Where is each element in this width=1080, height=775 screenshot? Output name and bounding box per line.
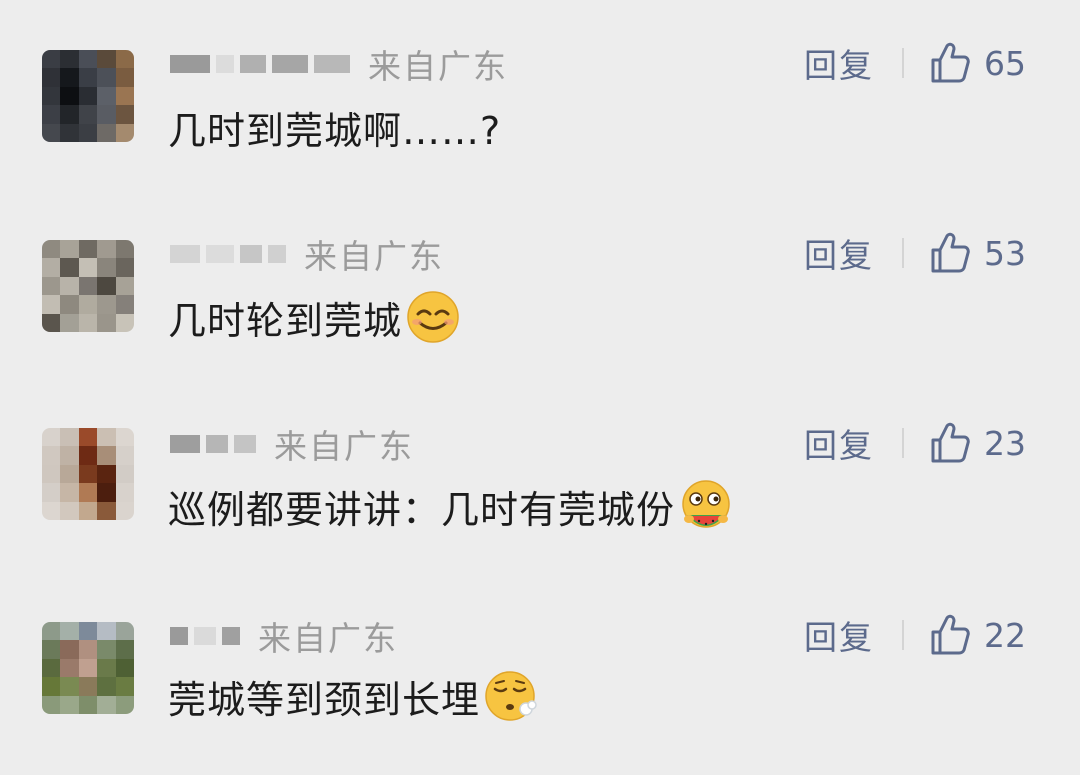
comment-item: 来自广东 回复 22 莞城等到颈到长埋 <box>0 570 1080 760</box>
thumbs-up-icon[interactable] <box>930 614 970 656</box>
eating-watermelon-face-icon <box>682 480 730 528</box>
divider <box>902 48 904 78</box>
location-label: 来自广东 <box>274 427 414 466</box>
reply-button[interactable]: 回复 <box>804 611 874 659</box>
comment-actions: 回复 22 <box>804 614 1028 657</box>
reply-button[interactable]: 回复 <box>804 39 874 87</box>
reply-button[interactable]: 回复 <box>804 229 874 277</box>
comment-text: 莞城等到颈到长埋 <box>168 677 481 722</box>
blurred-username[interactable] <box>170 435 256 453</box>
smirk-face-icon <box>407 291 459 343</box>
comment-item: 来自广东 回复 23 巡例都要讲讲：几时有莞城份 <box>0 380 1080 570</box>
comment-item: 来自广东 回复 65 几时到莞城啊……? <box>0 0 1080 190</box>
username-row: 来自广东 <box>170 234 444 276</box>
location-label: 来自广东 <box>258 619 398 658</box>
comment-text-row: 巡例都要讲讲：几时有莞城份 <box>168 478 733 534</box>
thumbs-up-icon[interactable] <box>930 232 970 274</box>
thumbs-up-icon[interactable] <box>930 42 970 84</box>
comment-text: 几时到莞城啊……? <box>168 108 502 153</box>
avatar[interactable] <box>42 622 134 714</box>
blurred-username[interactable] <box>170 245 286 263</box>
comment-text: 几时轮到莞城 <box>168 298 403 343</box>
sighing-face-icon <box>485 671 537 721</box>
comment-text: 巡例都要讲讲：几时有莞城份 <box>168 487 676 532</box>
like-count: 65 <box>984 43 1026 83</box>
comment-actions: 回复 53 <box>804 232 1028 275</box>
blurred-username[interactable] <box>170 55 350 73</box>
divider <box>902 620 904 650</box>
avatar[interactable] <box>42 240 134 332</box>
like-count: 53 <box>984 233 1026 273</box>
comment-text-row: 莞城等到颈到长埋 <box>168 668 538 724</box>
username-row: 来自广东 <box>170 424 414 466</box>
location-label: 来自广东 <box>368 47 508 86</box>
comment-actions: 回复 65 <box>804 42 1028 85</box>
comment-text-row: 几时到莞城啊……? <box>168 102 502 153</box>
username-row: 来自广东 <box>170 44 508 86</box>
comment-actions: 回复 23 <box>804 422 1028 465</box>
like-count: 23 <box>984 423 1026 463</box>
reply-button[interactable]: 回复 <box>804 419 874 467</box>
divider <box>902 428 904 458</box>
username-row: 来自广东 <box>170 616 398 658</box>
divider <box>902 238 904 268</box>
comment-text-row: 几时轮到莞城 <box>168 290 460 344</box>
thumbs-up-icon[interactable] <box>930 422 970 464</box>
like-count: 22 <box>984 615 1026 655</box>
blurred-username[interactable] <box>170 627 240 645</box>
avatar[interactable] <box>42 50 134 142</box>
avatar[interactable] <box>42 428 134 520</box>
comment-item: 来自广东 回复 53 几时轮到莞城 <box>0 190 1080 380</box>
location-label: 来自广东 <box>304 237 444 276</box>
